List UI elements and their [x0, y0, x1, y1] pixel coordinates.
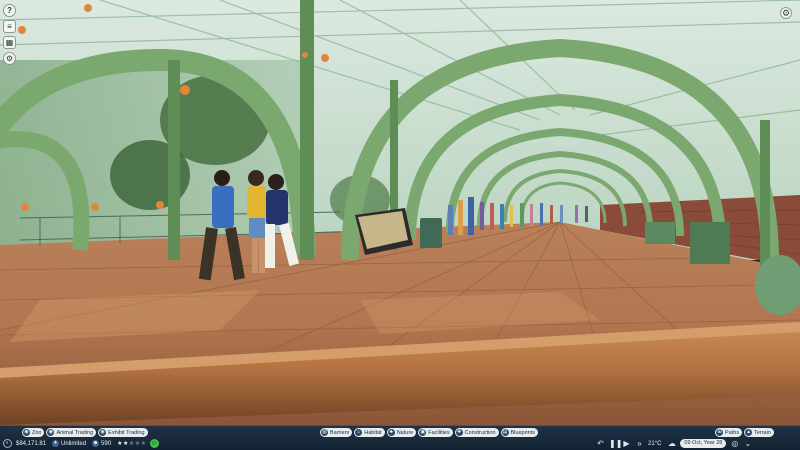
habitat-label: Habitat: [364, 429, 382, 436]
terrain-tabs: ⊞ Paths ▲ Terrain: [715, 428, 776, 437]
habitat-icon: ⌂: [355, 429, 363, 436]
research-stat[interactable]: ✦ Unlimited: [52, 440, 86, 447]
zoo-rating[interactable]: ★★★★★: [117, 440, 146, 447]
guests-icon: ☻: [92, 440, 100, 447]
money-stat[interactable]: $84,171.81: [16, 441, 46, 447]
guests-value: 590: [101, 440, 112, 447]
camera-icon[interactable]: ◎: [730, 439, 739, 448]
play-icon[interactable]: ▶: [622, 439, 631, 448]
objectives-icon[interactable]: ≡: [3, 20, 16, 33]
exhibit-trading-button[interactable]: ◉ Exhibit Trading: [98, 428, 148, 437]
zoo-manager-icon[interactable]: ⚙: [3, 52, 16, 65]
barriers-button[interactable]: ▥ Barriers: [320, 428, 353, 437]
animal-trading-icon: ◉: [47, 429, 55, 436]
nature-button[interactable]: ♣ Nature: [386, 428, 417, 437]
paths-label: Paths: [725, 429, 740, 436]
money-value: $84,171.81: [16, 440, 47, 447]
terrain-icon: ▲: [745, 429, 753, 436]
zoo-button-label: Zoo: [32, 429, 42, 436]
zoo-status-icon[interactable]: ◐: [3, 439, 12, 448]
guests-stat[interactable]: ☻ 590: [92, 440, 111, 447]
planter: [690, 222, 730, 264]
facilities-button[interactable]: ▣ Facilities: [418, 428, 453, 437]
game-date: 09 Oct, Year 28: [680, 439, 727, 448]
barriers-icon: ▥: [321, 429, 328, 436]
temperature: 21°C: [648, 440, 662, 447]
minimize-hud-icon[interactable]: ⌄: [743, 439, 752, 448]
zoo-button[interactable]: ◉ Zoo: [22, 428, 45, 437]
blueprints-icon: ▤: [501, 429, 509, 436]
nature-icon: ♣: [387, 429, 395, 436]
fast-forward-icon[interactable]: »: [635, 439, 644, 448]
construction-button[interactable]: ✚ Construction: [454, 428, 499, 437]
nature-label: Nature: [396, 429, 414, 436]
calendar-icon[interactable]: ▦: [3, 36, 16, 49]
pause-icon[interactable]: ❚❚: [609, 439, 622, 448]
paths-button[interactable]: ⊞ Paths: [715, 428, 743, 437]
barriers-label: Barriers: [330, 429, 350, 436]
research-icon: ✦: [52, 440, 60, 447]
blueprints-button[interactable]: ▤ Blueprints: [500, 428, 538, 437]
help-icon[interactable]: ?: [3, 4, 16, 17]
game-scene[interactable]: [0, 0, 800, 450]
terrain-label: Terrain: [754, 429, 771, 436]
construction-icon: ✚: [455, 429, 463, 436]
bench: [645, 222, 675, 244]
build-tabs: ▥ Barriers ⌂ Habitat ♣ Nature ▣ Facilities ✚…: [320, 428, 540, 437]
blueprints-label: Blueprints: [510, 429, 535, 436]
settings-gear-icon[interactable]: ⚙: [780, 7, 792, 19]
paths-icon: ⊞: [716, 429, 723, 436]
guest-happiness-icon[interactable]: ☺: [149, 439, 159, 448]
animal-trading-button[interactable]: ◉ Animal Trading: [46, 428, 97, 437]
star-empty-icon: ★: [140, 441, 147, 447]
undo-icon[interactable]: ↶: [596, 439, 605, 448]
trash-bin: [420, 218, 442, 248]
exhibit-trading-icon: ◉: [99, 429, 107, 436]
management-tabs: ◉ Zoo ◉ Animal Trading ◉ Exhibit Trading: [22, 428, 150, 437]
exhibit-trading-label: Exhibit Trading: [108, 429, 145, 436]
weather-icon: ☁: [667, 439, 676, 448]
facilities-icon: ▣: [419, 429, 427, 436]
facilities-label: Facilities: [428, 429, 450, 436]
research-value: Unlimited: [61, 440, 87, 447]
habitat-button[interactable]: ⌂ Habitat: [354, 428, 385, 437]
terrain-button[interactable]: ▲ Terrain: [744, 428, 774, 437]
animal-trading-label: Animal Trading: [56, 429, 94, 436]
bottom-hud: ◉ Zoo ◉ Animal Trading ◉ Exhibit Trading…: [0, 425, 800, 450]
construction-label: Construction: [464, 429, 496, 436]
left-tool-column: ? ≡ ▦ ⚙: [3, 4, 17, 68]
zoo-icon: ◉: [23, 429, 30, 436]
zoo-stats: ◐ $84,171.81 ✦ Unlimited ☻ 590 ★★★★★ ☺: [3, 439, 159, 448]
time-controls: ↶ ❚❚ ▶ » 21°C ☁ 09 Oct, Year 28 ◎ ⌄: [596, 439, 756, 448]
